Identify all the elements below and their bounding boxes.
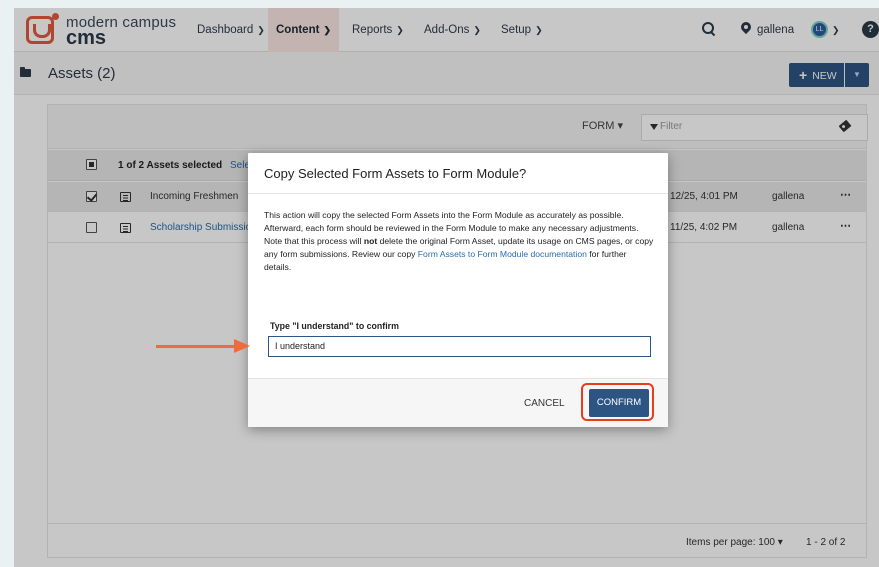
annotation-arrow-icon	[234, 339, 250, 353]
cancel-button[interactable]: CANCEL	[524, 398, 565, 409]
annotation-arrow-line	[156, 345, 236, 348]
documentation-link[interactable]: Form Assets to Form Module documentation	[418, 249, 587, 259]
dialog-message-bold: not	[363, 236, 378, 246]
dialog-divider	[248, 193, 668, 194]
confirm-field-label: Type "I understand" to confirm	[270, 321, 399, 331]
dialog-message: This action will copy the selected Form …	[264, 209, 656, 274]
confirm-text-input[interactable]: I understand	[268, 336, 651, 357]
confirm-highlight-annotation	[581, 383, 654, 421]
dialog-title: Copy Selected Form Assets to Form Module…	[264, 166, 527, 181]
